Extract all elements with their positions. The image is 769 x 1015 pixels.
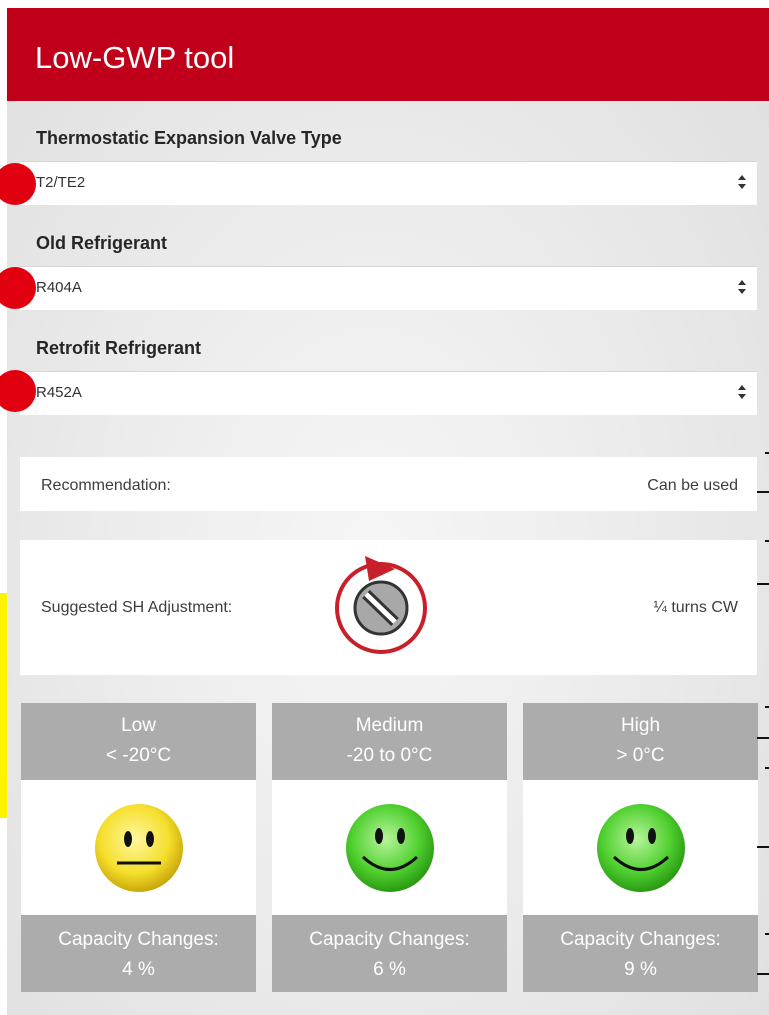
annotation-tick	[757, 583, 769, 585]
annotation-tick	[757, 973, 769, 975]
range-status	[21, 780, 256, 915]
sh-adjustment-label: Suggested SH Adjustment:	[41, 599, 233, 616]
annotation-tick	[765, 933, 769, 935]
range-name: High	[620, 715, 661, 736]
capacity-value: 6 %	[373, 959, 406, 980]
capacity-value: 9 %	[624, 959, 657, 980]
old-refrigerant-value: R404A	[36, 279, 82, 296]
range-header: Medium -20 to 0°C	[272, 703, 507, 780]
recommendation-card: Recommendation: Can be used	[20, 457, 757, 511]
capacity-label: Capacity Changes:	[58, 929, 219, 950]
retrofit-refrigerant-label: Retrofit Refrigerant	[36, 338, 202, 358]
neutral-face-icon	[95, 804, 183, 892]
old-refrigerant-select[interactable]: R404A	[0, 266, 757, 310]
annotation-tick	[757, 491, 769, 493]
capacity-label: Capacity Changes:	[309, 929, 470, 950]
capacity-value: 4 %	[122, 959, 155, 980]
select-arrows-icon	[738, 385, 746, 399]
range-name: Medium	[355, 715, 424, 736]
select-arrows-icon	[738, 280, 746, 294]
valve-type-value: T2/TE2	[36, 174, 86, 191]
annotation-tick	[757, 737, 769, 739]
screw-rotate-cw-icon	[335, 556, 427, 654]
highlight-bar	[0, 593, 7, 818]
range-header: Low < -20°C	[21, 703, 256, 780]
annotation-tick	[757, 846, 769, 848]
app-header: Low-GWP tool	[7, 8, 769, 101]
annotation-tick	[765, 452, 769, 454]
capacity-label: Capacity Changes:	[560, 929, 721, 950]
range-card-medium: Medium -20 to 0°C Capacity Changes: 6 %	[272, 703, 507, 992]
capacity-changes: Capacity Changes: 9 %	[523, 915, 758, 992]
recommendation-value: Can be used	[647, 477, 738, 494]
smiley-face-icon	[346, 804, 434, 892]
recommendation-label: Recommendation:	[41, 477, 171, 494]
marker-dot	[0, 163, 36, 205]
valve-type-label: Thermostatic Expansion Valve Type	[36, 128, 342, 148]
capacity-changes: Capacity Changes: 4 %	[21, 915, 256, 992]
smiley-face-icon	[597, 804, 685, 892]
page-title: Low-GWP tool	[35, 40, 235, 75]
range-card-high: High > 0°C Capacity Changes: 9 %	[523, 703, 758, 992]
range-header: High > 0°C	[523, 703, 758, 780]
annotation-tick	[765, 706, 769, 708]
range-name: Low	[121, 715, 156, 736]
range-temperature: < -20°C	[105, 745, 172, 766]
range-temperature: > 0°C	[616, 745, 665, 766]
old-refrigerant-label: Old Refrigerant	[36, 233, 168, 253]
marker-dot	[0, 370, 36, 412]
capacity-changes: Capacity Changes: 6 %	[272, 915, 507, 992]
range-status	[523, 780, 758, 915]
range-temperature: -20 to 0°C	[346, 745, 433, 766]
range-status	[272, 780, 507, 915]
retrofit-refrigerant-value: R452A	[36, 384, 82, 401]
sh-adjustment-value: ¼ turns CW	[653, 599, 738, 616]
valve-type-select[interactable]: T2/TE2	[0, 161, 757, 205]
annotation-tick	[765, 767, 769, 769]
marker-dot	[0, 267, 36, 309]
sh-adjustment-card: Suggested SH Adjustment: ¼ turns CW	[20, 540, 757, 675]
range-card-low: Low < -20°C Capacity Changes: 4 %	[21, 703, 256, 992]
select-arrows-icon	[738, 175, 746, 189]
retrofit-refrigerant-select[interactable]: R452A	[0, 370, 757, 415]
annotation-tick	[765, 540, 769, 542]
